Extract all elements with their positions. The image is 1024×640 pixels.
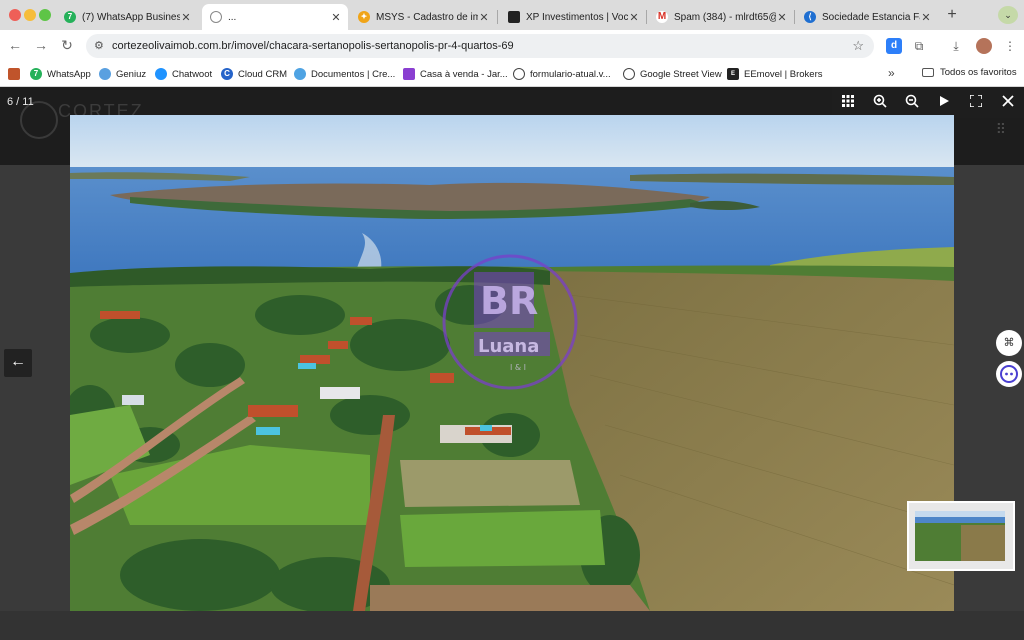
browser-toolbar: ← → ↻ ⚙ cortezeolivaimob.com.br/imovel/c… <box>0 30 1024 62</box>
close-window-button[interactable] <box>9 9 21 21</box>
minimize-window-button[interactable] <box>24 9 36 21</box>
fullscreen-icon[interactable] <box>967 94 985 112</box>
extension-d-icon[interactable]: d <box>886 38 902 54</box>
reload-icon[interactable]: ↻ <box>58 37 76 54</box>
watermark-initials: BR <box>480 279 538 323</box>
previous-image-arrow-icon[interactable]: ← <box>4 349 32 377</box>
site-menu-icon: ⠿ <box>995 121 1006 137</box>
sociedade-icon: ⟨ <box>804 11 816 23</box>
extensions-puzzle-icon[interactable]: ⧉ <box>911 38 927 54</box>
tab-xp[interactable]: XP Investimentos | Você ✕ <box>500 4 646 30</box>
zoom-in-icon[interactable] <box>871 94 889 112</box>
close-tab-icon[interactable]: ✕ <box>180 11 192 24</box>
folder-icon <box>922 68 934 77</box>
site-info-icon[interactable]: ⚙ <box>94 39 104 52</box>
download-icon[interactable]: ⤓ <box>948 38 964 54</box>
close-tab-icon[interactable]: ✕ <box>330 11 342 24</box>
chatwoot-icon <box>155 68 167 80</box>
all-bookmarks-folder[interactable]: Todos os favoritos <box>922 67 1017 78</box>
tab-separator <box>646 10 647 24</box>
menu-dots-icon[interactable]: ⋮ <box>1002 38 1018 54</box>
tab-separator <box>497 10 498 24</box>
tab-title: Sociedade Estancia Fave <box>822 11 920 23</box>
tab-strip: 7 (7) WhatsApp Business ✕ ... ✕ ✦ MSYS -… <box>0 0 1024 30</box>
new-tab-button[interactable]: + <box>944 6 960 24</box>
url-text: cortezeolivaimob.com.br/imovel/chacara-s… <box>112 40 514 52</box>
bookmark-star-icon[interactable]: ☆ <box>852 38 864 54</box>
globe-icon <box>623 68 635 80</box>
lightbox-overlay: CORTEZ ⠿ 6 / 11 ← BR Luana I & I ⌘ <box>0 87 1024 640</box>
tab-title: Spam (384) - mlrdt65@ <box>674 11 776 23</box>
watermark-subtext: I & I <box>510 363 526 372</box>
watermark-name: Luana <box>478 336 539 357</box>
thumbnail-preview[interactable] <box>907 501 1015 571</box>
tab-separator <box>794 10 795 24</box>
bookmark-cloudcrm[interactable]: C Cloud CRM <box>221 67 287 81</box>
tab-title: MSYS - Cadastro de imó <box>376 11 478 23</box>
bookmark-label: Casa à venda - Jar... <box>420 68 508 80</box>
back-arrow-icon[interactable]: ← <box>6 37 24 53</box>
bookmark-label: Todos os favoritos <box>940 67 1017 78</box>
close-tab-icon[interactable]: ✕ <box>920 11 932 24</box>
documents-icon <box>294 68 306 80</box>
xp-icon <box>508 11 520 23</box>
tab-gmail[interactable]: M Spam (384) - mlrdt65@ ✕ <box>648 4 794 30</box>
close-tab-icon[interactable]: ✕ <box>628 11 640 24</box>
bookmark-geniuz[interactable]: Geniuz <box>99 67 146 81</box>
tab-search-icon[interactable]: ⌄ <box>998 6 1018 24</box>
bookmark-label: WhatsApp <box>47 68 91 80</box>
bookmark-whatsapp[interactable]: 7 WhatsApp <box>30 67 91 81</box>
bookmark-eemovel[interactable]: E EEmovel | Brokers <box>727 67 823 81</box>
bookmarks-bar: 7 WhatsApp Geniuz Chatwoot C Cloud CRM D… <box>0 62 1024 87</box>
address-bar[interactable]: ⚙ cortezeolivaimob.com.br/imovel/chacara… <box>86 34 874 58</box>
thumbnails-grid-icon[interactable] <box>839 94 857 112</box>
tab-sociedade[interactable]: ⟨ Sociedade Estancia Fave ✕ <box>796 4 938 30</box>
bookmark-label: EEmovel | Brokers <box>744 68 823 80</box>
tab-whatsapp[interactable]: 7 (7) WhatsApp Business ✕ <box>56 4 198 30</box>
play-slideshow-icon[interactable] <box>935 94 953 112</box>
close-tab-icon[interactable]: ✕ <box>776 11 788 24</box>
whatsapp-icon: 7 <box>64 11 76 23</box>
tab-msys[interactable]: ✦ MSYS - Cadastro de imó ✕ <box>350 4 496 30</box>
tab-current[interactable]: ... ✕ <box>202 4 348 30</box>
bookmark-label: Google Street View <box>640 68 722 80</box>
olx-icon <box>403 68 415 80</box>
thumbnail-strip <box>0 611 1024 640</box>
msys-icon: ✦ <box>358 11 370 23</box>
bookmark-label: Cloud CRM <box>238 68 288 80</box>
profile-avatar[interactable] <box>976 38 992 54</box>
realtor-watermark: BR Luana I & I <box>440 252 580 392</box>
bookmark-casa[interactable]: Casa à venda - Jar... <box>403 67 508 81</box>
bookmark-streetview[interactable]: Google Street View <box>623 67 722 81</box>
bookmark-label: Documentos | Cre... <box>311 68 396 80</box>
globe-icon <box>513 68 525 80</box>
bookmark-formulario[interactable]: formulario-atual.v... <box>513 67 611 81</box>
close-lightbox-icon[interactable] <box>999 94 1017 112</box>
lightbox-toolbar <box>832 87 1024 118</box>
more-bookmarks-button[interactable]: » <box>888 66 895 80</box>
bookmark-label: Geniuz <box>116 68 147 80</box>
tab-title: ... <box>228 11 237 23</box>
tab-title: (7) WhatsApp Business <box>82 11 180 23</box>
bookmark-home[interactable] <box>8 67 25 81</box>
forward-arrow-icon[interactable]: → <box>32 37 50 53</box>
bookmark-label: formulario-atual.v... <box>530 68 611 80</box>
loading-icon <box>210 11 222 23</box>
home-icon <box>8 68 20 80</box>
crm-icon: C <box>221 68 233 80</box>
bookmark-label: Chatwoot <box>172 68 213 80</box>
maximize-window-button[interactable] <box>39 9 51 21</box>
image-counter: 6 / 11 <box>7 96 34 108</box>
cloud-icon <box>99 68 111 80</box>
chat-bot-icon[interactable] <box>996 361 1022 387</box>
whatsapp-icon: 7 <box>30 68 42 80</box>
bookmark-documentos[interactable]: Documentos | Cre... <box>294 67 395 81</box>
tab-title: XP Investimentos | Você <box>526 11 628 23</box>
zoom-out-icon[interactable] <box>903 94 921 112</box>
gmail-icon: M <box>656 11 668 23</box>
close-tab-icon[interactable]: ✕ <box>478 11 490 24</box>
bookmark-chatwoot[interactable]: Chatwoot <box>155 67 212 81</box>
widget-grid-icon[interactable]: ⌘ <box>996 330 1022 356</box>
eemovel-icon: E <box>727 68 739 80</box>
